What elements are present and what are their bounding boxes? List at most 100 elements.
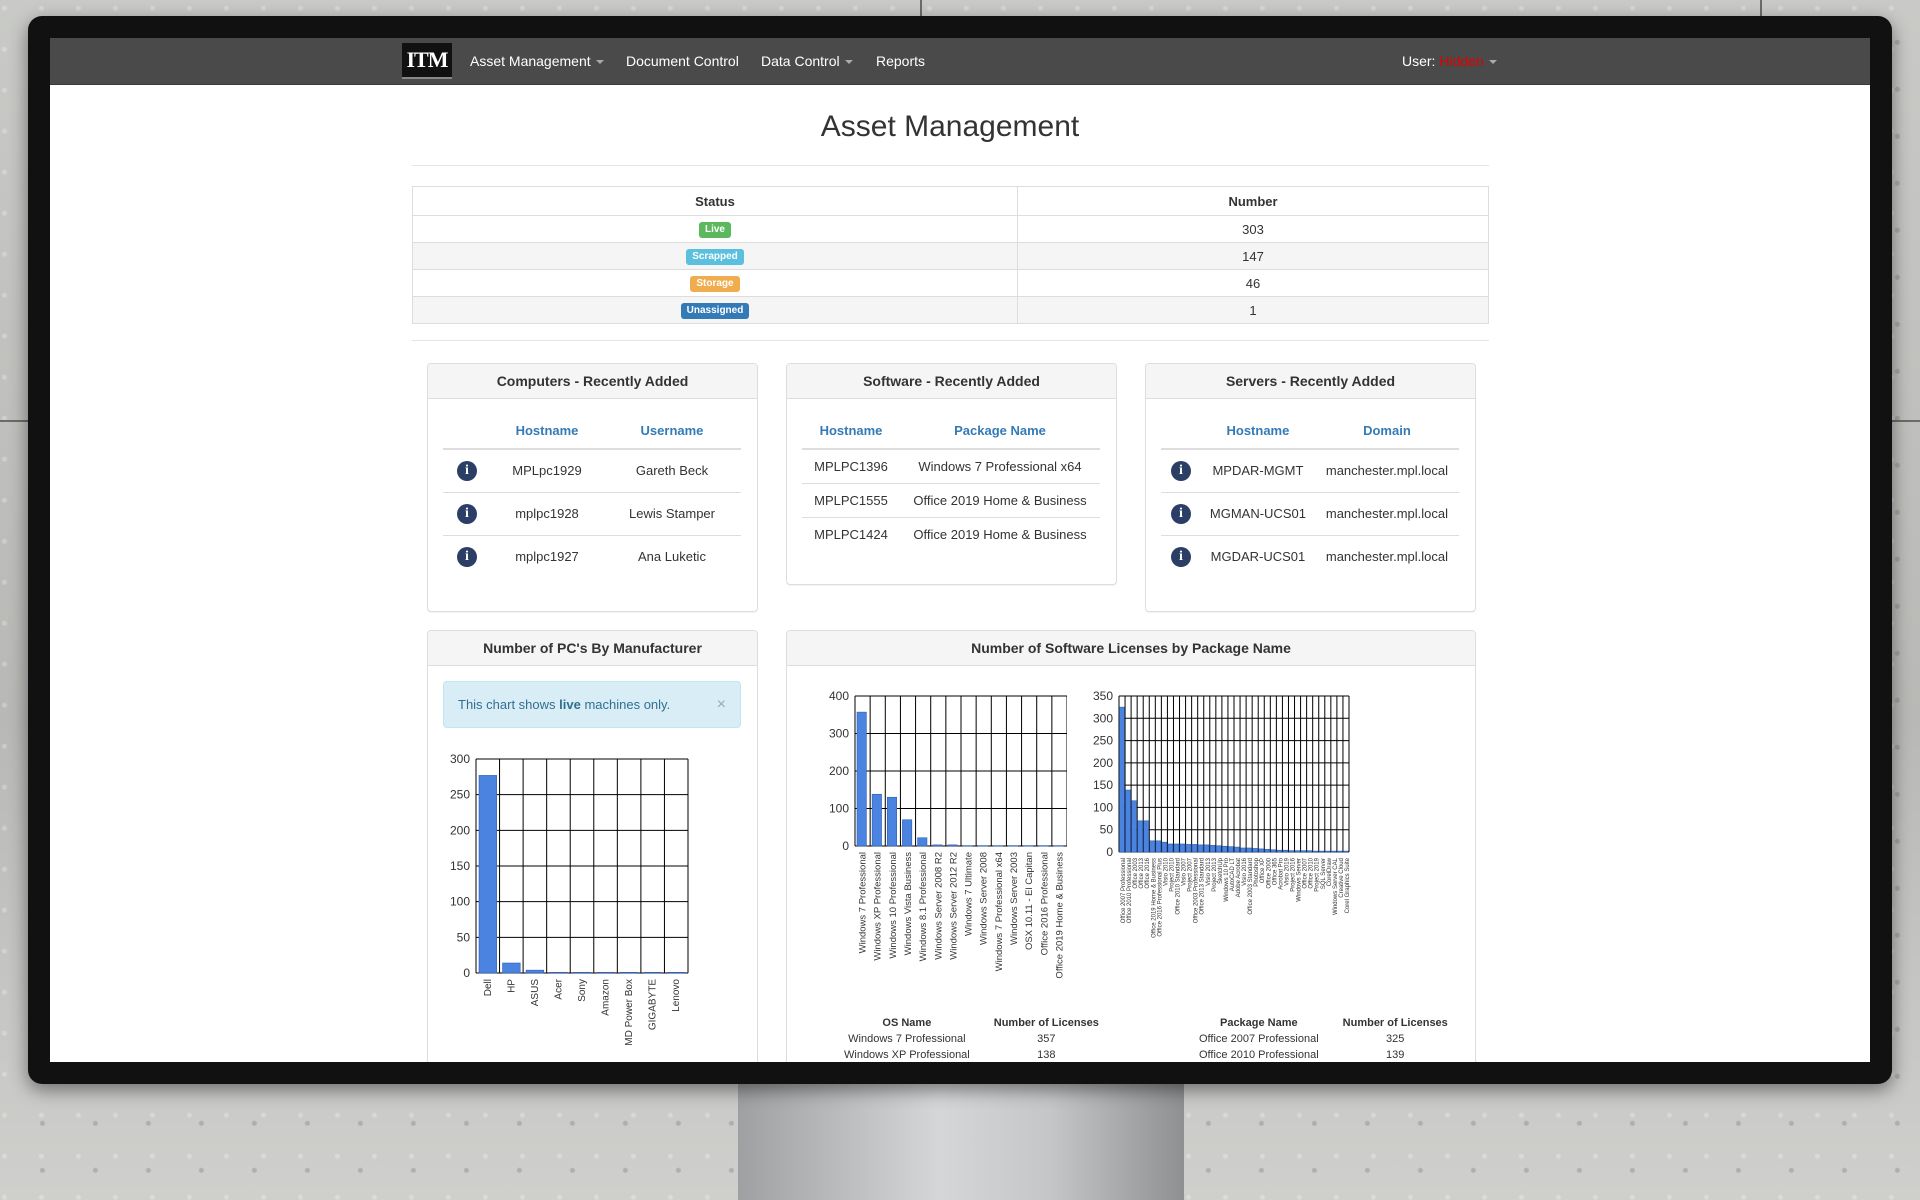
bar	[1312, 850, 1319, 853]
hostname-cell: MPLPC1424	[802, 516, 900, 551]
screen: ITM Asset Management Document Control Da…	[50, 38, 1870, 1062]
bar	[1252, 848, 1258, 853]
nav-asset-management[interactable]: Asset Management	[470, 38, 604, 84]
x-tick-label: Office 2019 Home & Business	[1054, 852, 1065, 979]
x-tick-label: Windows Server 2012 R2	[948, 852, 959, 960]
nav-item-label: Document Control	[626, 53, 739, 69]
bar	[1185, 844, 1192, 853]
info-icon[interactable]: i	[1171, 546, 1191, 567]
bar	[1023, 845, 1034, 847]
x-tick-label: Windows 7 Professional x64	[994, 852, 1005, 971]
info-icon[interactable]: i	[457, 460, 477, 481]
bar	[902, 819, 913, 847]
column-header-domain: Domain	[1314, 413, 1459, 450]
y-tick-label: 50	[1100, 823, 1114, 837]
bar	[1125, 789, 1131, 853]
bar	[549, 971, 568, 974]
bar	[478, 775, 497, 974]
y-tick-label: 150	[1093, 778, 1113, 792]
manufacturer-bar-chart: 0 50 100 150 200 250 300 Dell HP ASUS Acer Sony Amaz…	[450, 752, 689, 1046]
user-label: User:	[1402, 53, 1436, 69]
bar	[1197, 844, 1204, 853]
bar	[1131, 800, 1137, 853]
bar	[1038, 845, 1049, 847]
chevron-down-icon	[1488, 60, 1497, 65]
table-row: Office 2010 Professional 139	[1187, 1047, 1460, 1062]
x-tick-label: Windows Server 2003	[1009, 852, 1020, 945]
bar	[1161, 841, 1168, 853]
bar	[917, 837, 928, 847]
bar	[525, 969, 545, 974]
bar	[1209, 845, 1216, 853]
bar	[856, 711, 867, 847]
domain-cell: manchester.mpl.local	[1314, 448, 1459, 492]
x-tick-label: Windows Vista Business	[903, 852, 914, 956]
bar	[643, 971, 662, 974]
bar	[1228, 846, 1234, 853]
column-header-number-of-licenses: Number of Licenses	[993, 1017, 1099, 1029]
bar	[1282, 849, 1289, 853]
info-icon[interactable]: i	[457, 546, 477, 567]
page-title: Asset Management	[820, 110, 1080, 143]
column-header-status: Status	[412, 186, 1018, 216]
column-header-hostname: Hostname	[802, 413, 900, 450]
y-tick-label: 0	[1106, 845, 1113, 859]
info-icon[interactable]: i	[1171, 460, 1191, 481]
info-icon[interactable]: i	[457, 503, 477, 524]
username-cell: Ana Luketic	[602, 534, 741, 578]
info-icon[interactable]: i	[1171, 503, 1191, 524]
hostname-cell: mplpc1927	[491, 534, 603, 578]
username-cell: Lewis Stamper	[602, 491, 741, 535]
bar	[667, 971, 686, 974]
bar	[1167, 843, 1174, 853]
wall-seam	[1892, 420, 1920, 422]
bar	[1155, 840, 1161, 853]
column-header-icon	[1161, 413, 1201, 450]
x-tick-label: GIGABYTE	[648, 979, 659, 1030]
bar	[502, 962, 521, 974]
bar	[1137, 820, 1143, 853]
column-header-package-name: Package Name	[1219, 1017, 1298, 1029]
panel-title: Number of Software Licenses by Package N…	[787, 631, 1475, 666]
brand-logo[interactable]: ITM	[402, 43, 452, 79]
navbar: ITM Asset Management Document Control Da…	[50, 38, 1870, 85]
wall-seam	[0, 420, 28, 422]
x-tick-label: Lenovo	[671, 979, 682, 1012]
os-name-cell: Windows XP Professional	[844, 1049, 970, 1061]
nav-reports[interactable]: Reports	[876, 38, 925, 84]
y-tick-label: 200	[450, 823, 470, 837]
software-licenses-panel: Number of Software Licenses by Package N…	[786, 630, 1476, 1062]
info-cell: i	[1161, 534, 1201, 578]
bar	[1276, 849, 1283, 853]
x-tick-label: HP	[506, 979, 517, 993]
close-icon[interactable]: ×	[717, 682, 726, 727]
info-cell: i	[1161, 448, 1201, 492]
table-row: i MPDAR-MGMT manchester.mpl.local	[1161, 448, 1459, 492]
bar	[1300, 850, 1307, 853]
y-tick-label: 0	[463, 966, 470, 980]
nav-document-control[interactable]: Document Control	[626, 38, 739, 84]
alert-text-bold: live	[559, 697, 581, 712]
table-row: Windows 7 Professional 357	[832, 1031, 1111, 1047]
wall-seam	[920, 0, 922, 16]
bar	[1306, 850, 1313, 853]
column-header-hostname: Hostname	[491, 413, 603, 450]
bar	[1288, 850, 1295, 853]
info-cell: i	[443, 448, 491, 492]
y-tick-label: 350	[1093, 689, 1113, 703]
column-header-number: Number	[1017, 186, 1489, 216]
nav-data-control[interactable]: Data Control	[761, 38, 853, 84]
table-row: Scrapped 147	[412, 242, 1489, 270]
table-row: Windows XP Professional 138	[832, 1047, 1111, 1062]
monitor-stand	[738, 1080, 1184, 1200]
number-cell: 303	[1017, 215, 1489, 243]
pcs-by-manufacturer-panel: Number of PC's By Manufacturer This char…	[427, 630, 758, 1062]
chevron-down-icon	[844, 60, 853, 65]
user-menu[interactable]: User: Hidden	[1402, 38, 1497, 84]
bar	[1203, 844, 1210, 853]
x-tick-label: Amazon	[601, 979, 612, 1016]
hostname-cell: MGMAN-UCS01	[1201, 491, 1315, 535]
bar	[992, 845, 1003, 847]
y-tick-label: 50	[457, 930, 471, 944]
panel-title: Number of PC's By Manufacturer	[428, 631, 757, 666]
